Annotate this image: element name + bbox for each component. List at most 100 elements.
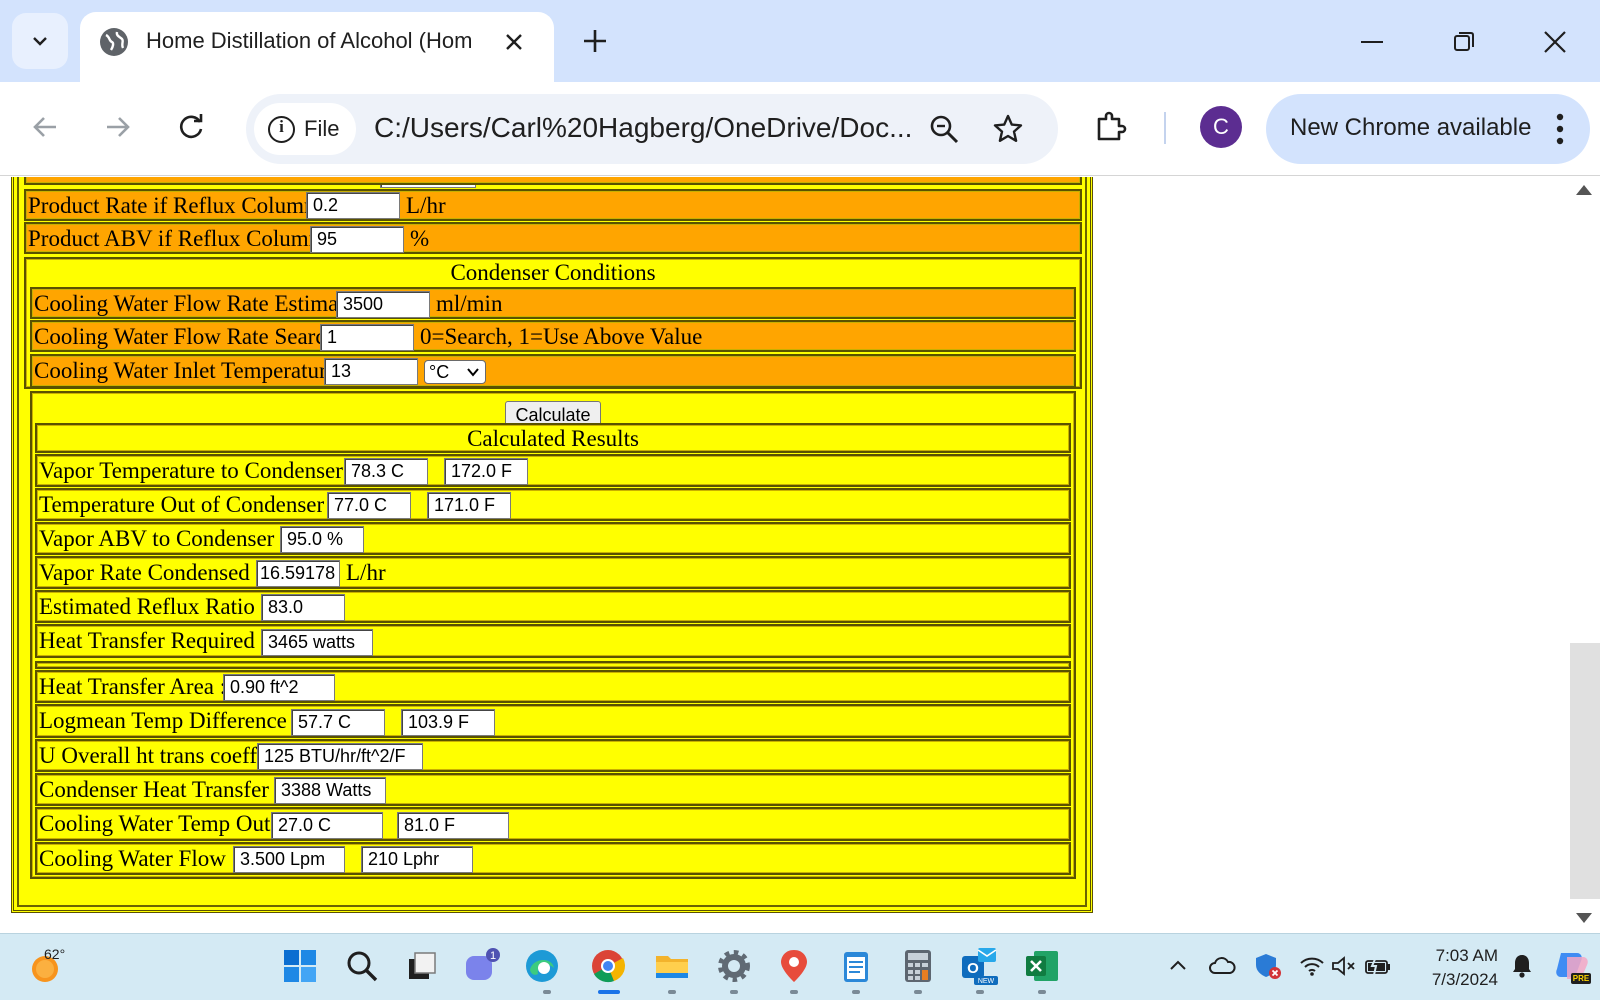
forward-button[interactable] bbox=[95, 104, 141, 150]
heat-area-output[interactable]: 0.90 ft^2 bbox=[223, 674, 335, 701]
close-icon[interactable] bbox=[498, 26, 530, 58]
svg-text:O: O bbox=[967, 960, 979, 977]
url-text[interactable]: C:/Users/Carl%20Hagberg/OneDrive/Doc... bbox=[374, 112, 924, 144]
chrome-button[interactable] bbox=[588, 946, 628, 986]
vapor-temp-label: Vapor Temperature to Condenser : bbox=[39, 458, 356, 483]
gear-icon bbox=[718, 950, 750, 982]
product-abv-row: Product ABV if Reflux Column 95 % bbox=[24, 222, 1082, 254]
reflux-ratio-label: Estimated Reflux Ratio : bbox=[39, 594, 268, 619]
logmean-c-output[interactable]: 57.7 C bbox=[291, 709, 385, 736]
notepad-button[interactable] bbox=[836, 946, 876, 986]
cw-temp-out-f-output[interactable]: 81.0 F bbox=[397, 812, 509, 839]
more-vert-icon[interactable] bbox=[1548, 111, 1572, 147]
reflux-ratio-output[interactable]: 83.0 bbox=[261, 594, 345, 621]
copilot-button[interactable]: PRE bbox=[1552, 946, 1592, 986]
u-overall-output[interactable]: 125 BTU/hr/ft^2/F bbox=[257, 743, 423, 770]
cw-inlet-temp-label: Cooling Water Inlet Temperature bbox=[34, 358, 337, 383]
scroll-up-arrow[interactable] bbox=[1576, 185, 1592, 195]
temp-out-row: Temperature Out of Condenser : 77.0 C 17… bbox=[35, 488, 1071, 521]
active-tab[interactable]: Home Distillation of Alcohol (Hom bbox=[80, 12, 554, 82]
condenser-heat-output[interactable]: 3388 Watts bbox=[274, 777, 386, 804]
maps-running-indicator bbox=[790, 990, 798, 994]
shield-icon bbox=[1256, 954, 1281, 979]
settings-button[interactable] bbox=[714, 946, 754, 986]
scroll-down-arrow[interactable] bbox=[1576, 913, 1592, 923]
product-abv-label: Product ABV if Reflux Column bbox=[28, 226, 321, 251]
windows-logo-icon bbox=[284, 950, 316, 982]
cw-flow-search-label: Cooling Water Flow Rate Search bbox=[34, 324, 338, 349]
chat-button[interactable]: 1 bbox=[462, 946, 502, 986]
calculator-icon bbox=[905, 950, 931, 982]
cw-flow-lpm-output[interactable]: 3.500 Lpm bbox=[233, 846, 345, 873]
address-bar[interactable]: File C:/Users/Carl%20Hagberg/OneDrive/Do… bbox=[246, 94, 1058, 164]
results-title: Calculated Results bbox=[467, 426, 639, 451]
system-clock[interactable]: 7:03 AM 7/3/2024 bbox=[1402, 944, 1498, 992]
cw-inlet-temp-input[interactable]: 13 bbox=[324, 358, 418, 385]
scroll-thumb[interactable] bbox=[1570, 643, 1600, 899]
wifi-icon bbox=[1300, 957, 1324, 976]
reload-button[interactable] bbox=[168, 104, 214, 150]
heat-area-label: Heat Transfer Area : bbox=[39, 674, 227, 699]
temp-out-f-output[interactable]: 171.0 F bbox=[427, 492, 511, 519]
tab-strip: Home Distillation of Alcohol (Hom bbox=[0, 0, 1600, 82]
logmean-f-output[interactable]: 103.9 F bbox=[401, 709, 495, 736]
page-scrollbar[interactable] bbox=[1568, 177, 1600, 933]
cw-flow-estimate-input[interactable]: 3500 bbox=[336, 291, 430, 318]
restore-button[interactable] bbox=[1442, 20, 1486, 64]
cw-flow-lphr-output[interactable]: 210 Lphr bbox=[361, 846, 473, 873]
minimize-button[interactable] bbox=[1350, 20, 1394, 64]
new-tab-button[interactable] bbox=[578, 24, 612, 58]
close-window-button[interactable] bbox=[1533, 20, 1577, 64]
back-button[interactable] bbox=[22, 104, 68, 150]
site-info-label: File bbox=[304, 116, 340, 141]
battery-icon bbox=[1365, 956, 1390, 976]
tab-search-button[interactable] bbox=[12, 13, 68, 69]
onedrive-button[interactable] bbox=[1202, 946, 1242, 986]
arrow-right-icon bbox=[107, 117, 130, 137]
edge-button[interactable] bbox=[522, 946, 562, 986]
cw-temp-out-row: Cooling Water Temp Out: 27.0 C 81.0 F bbox=[35, 807, 1071, 841]
security-button[interactable] bbox=[1248, 946, 1288, 986]
notifications-button[interactable] bbox=[1502, 946, 1542, 986]
product-rate-row: Product Rate if Reflux Column 0.2 L/hr bbox=[24, 189, 1082, 221]
vapor-temp-c-output[interactable]: 78.3 C bbox=[344, 458, 428, 485]
vapor-temp-f-output[interactable]: 172.0 F bbox=[444, 458, 528, 485]
cw-temp-out-label: Cooling Water Temp Out: bbox=[39, 811, 277, 836]
heat-required-output[interactable]: 3465 watts bbox=[261, 629, 373, 656]
vapor-abv-output[interactable]: 95.0 % bbox=[280, 526, 364, 553]
cw-temp-out-c-output[interactable]: 27.0 C bbox=[271, 812, 383, 839]
chevron-down-icon bbox=[467, 368, 479, 377]
plus-icon bbox=[584, 30, 606, 52]
profile-avatar[interactable]: C bbox=[1200, 106, 1242, 148]
arrow-left-icon bbox=[33, 117, 56, 137]
maps-button[interactable] bbox=[774, 946, 814, 986]
show-hidden-icons-button[interactable] bbox=[1158, 946, 1198, 986]
file-explorer-button[interactable] bbox=[652, 946, 692, 986]
site-info-chip[interactable]: File bbox=[254, 103, 356, 155]
excel-button[interactable] bbox=[1022, 946, 1062, 986]
zoom-icon[interactable] bbox=[926, 111, 962, 147]
cw-flow-search-input[interactable]: 1 bbox=[320, 324, 414, 351]
puzzle-icon bbox=[1097, 111, 1127, 141]
outlook-button[interactable]: O NEW bbox=[960, 946, 1000, 986]
product-abv-input[interactable]: 95 bbox=[310, 226, 404, 253]
chrome-update-button[interactable]: New Chrome available bbox=[1266, 94, 1590, 164]
outlook-running-indicator bbox=[976, 990, 984, 994]
temp-unit-select[interactable]: °C bbox=[424, 360, 486, 384]
close-icon bbox=[1544, 31, 1566, 53]
vapor-rate-output[interactable]: 16.59178 bbox=[256, 560, 340, 587]
temp-out-label: Temperature Out of Condenser : bbox=[39, 492, 337, 517]
vapor-rate-row: Vapor Rate Condensed : 16.59178 L/hr bbox=[35, 556, 1071, 589]
start-button[interactable] bbox=[280, 946, 320, 986]
bookmark-star-icon[interactable] bbox=[990, 111, 1026, 147]
calculator-button[interactable] bbox=[898, 946, 938, 986]
product-rate-input[interactable]: 0.2 bbox=[306, 192, 400, 219]
product-rate-unit: L/hr bbox=[406, 193, 446, 218]
search-button[interactable] bbox=[342, 946, 382, 986]
cw-flow-label: Cooling Water Flow : bbox=[39, 846, 238, 871]
temp-unit-value: °C bbox=[429, 362, 450, 382]
battery-button[interactable] bbox=[1358, 946, 1398, 986]
temp-out-c-output[interactable]: 77.0 C bbox=[327, 492, 411, 519]
task-view-button[interactable] bbox=[402, 946, 442, 986]
extensions-button[interactable] bbox=[1090, 106, 1132, 148]
